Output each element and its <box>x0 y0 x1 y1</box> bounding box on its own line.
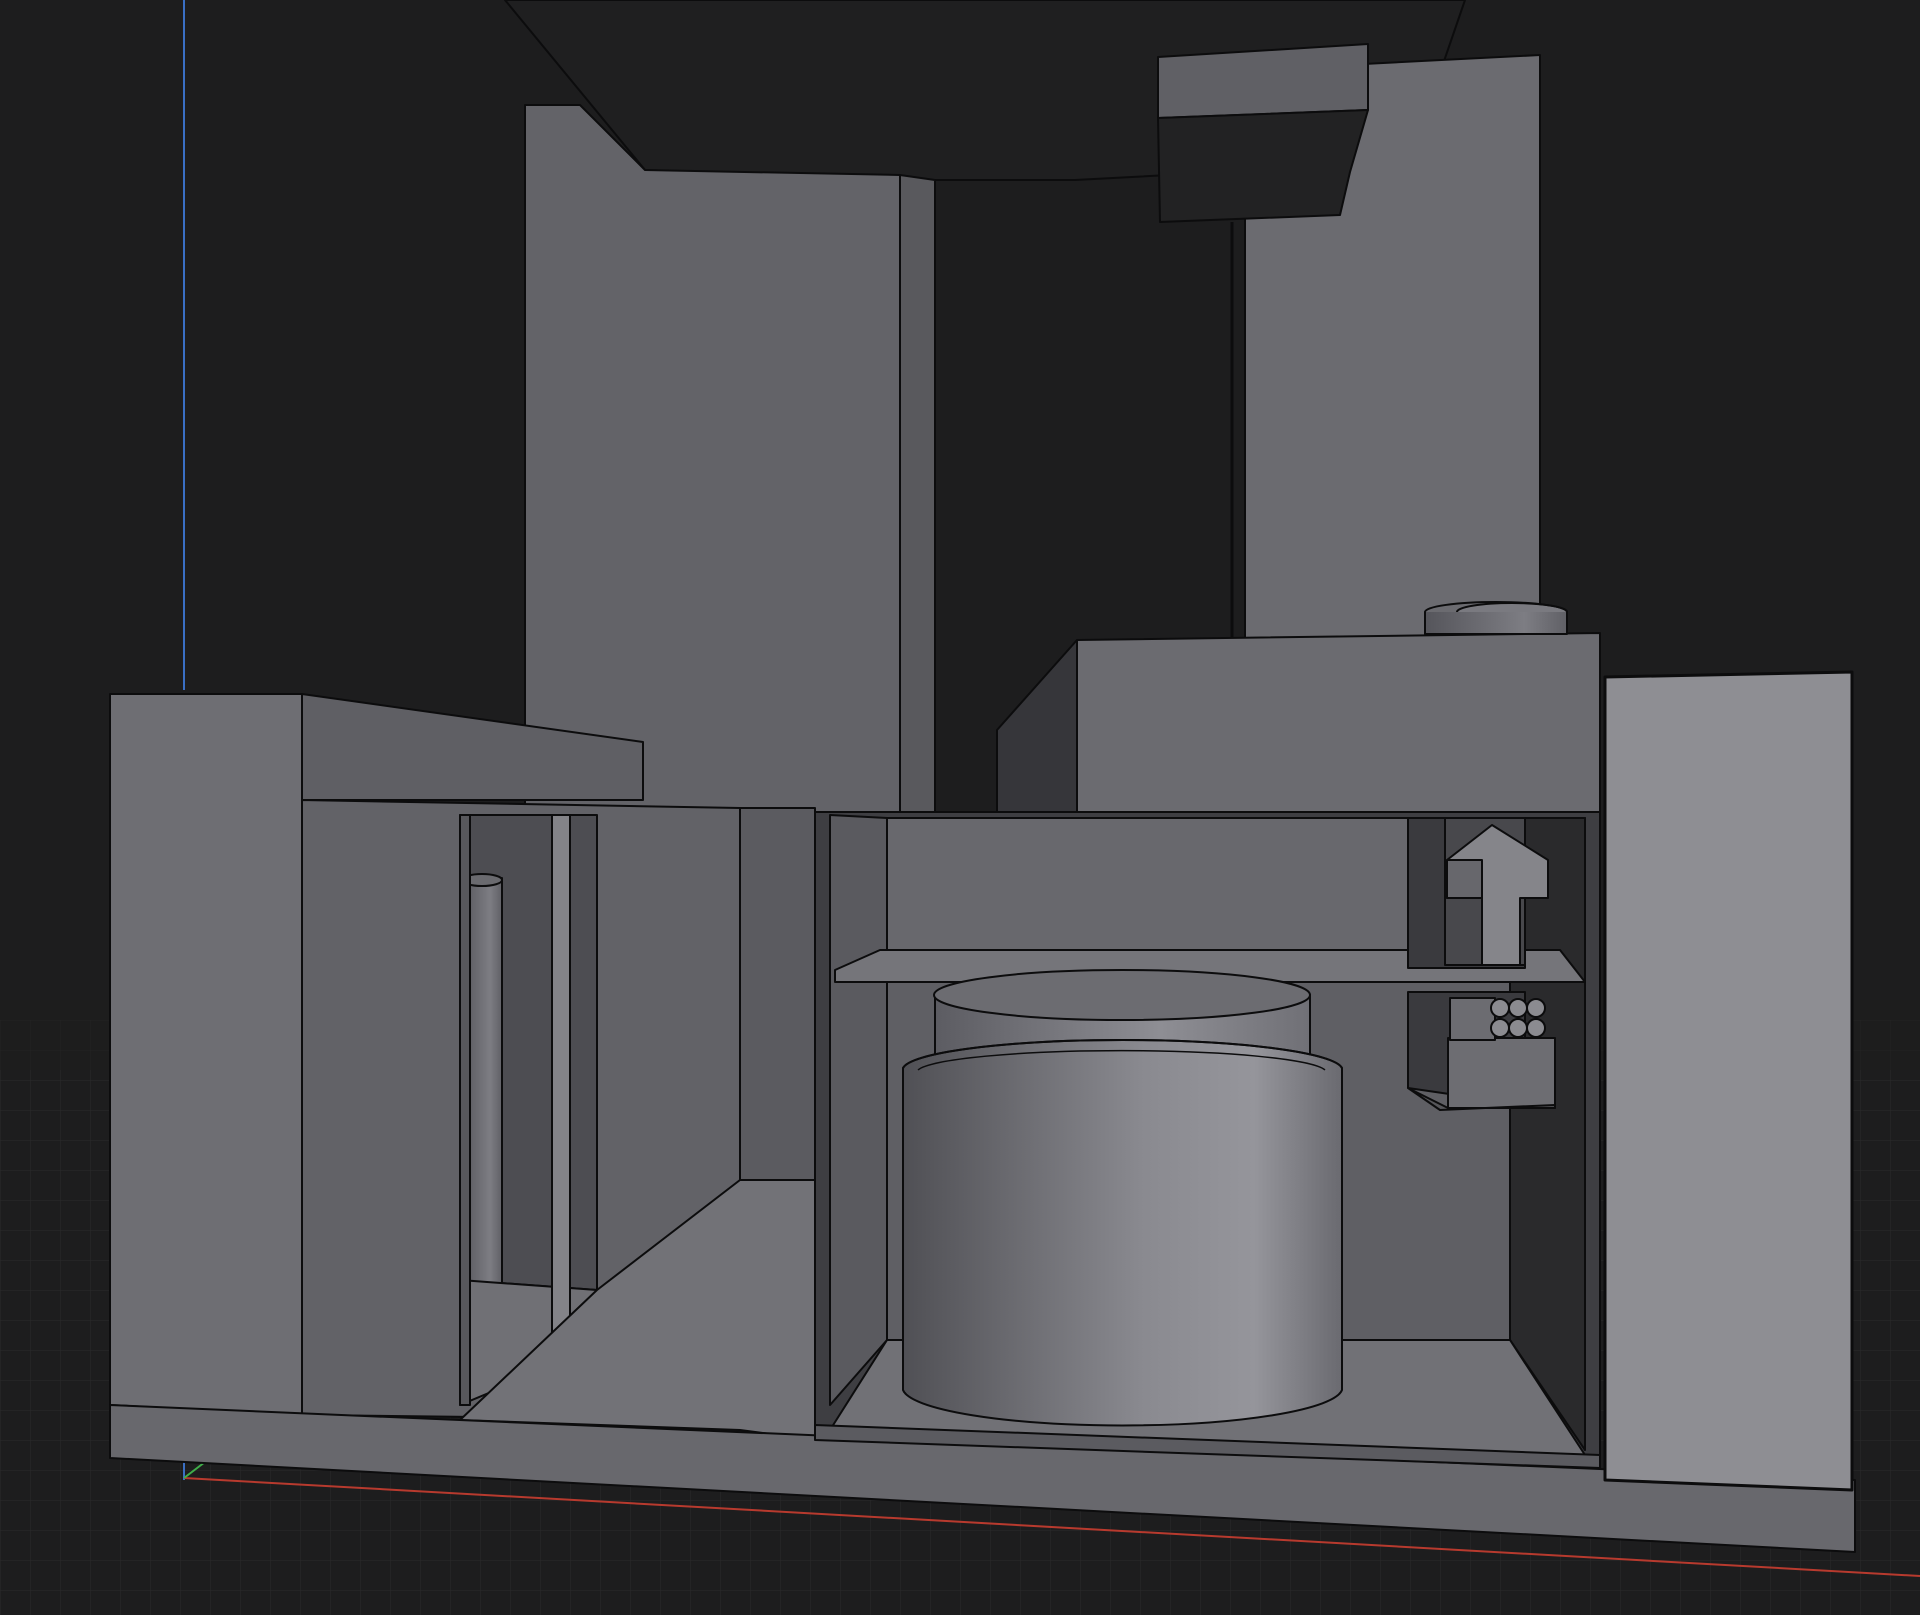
house-shape-object-side <box>1446 859 1483 899</box>
hanging-box-top <box>1157 43 1369 119</box>
machine-shelf-back <box>886 817 1409 951</box>
left-cabinet-front <box>109 693 303 1416</box>
pipe-box-front <box>1447 1037 1556 1109</box>
tank-lower-drum <box>902 1039 1343 1427</box>
hanging-box-bottom <box>1157 109 1369 223</box>
machine-top-cylinder <box>1425 612 1567 634</box>
center-corridor-back <box>739 807 816 1181</box>
machine-upper-front <box>1076 632 1601 814</box>
right-end-panel <box>1603 670 1854 1492</box>
viewport-scene[interactable] <box>0 0 1920 1615</box>
tank-upper-drum-top <box>933 969 1311 1021</box>
3d-viewport[interactable] <box>0 0 1920 1615</box>
machine-cavity-left-wall <box>829 814 888 1406</box>
left-door-panel <box>551 814 571 1404</box>
left-opening-frame-left <box>459 814 471 1406</box>
